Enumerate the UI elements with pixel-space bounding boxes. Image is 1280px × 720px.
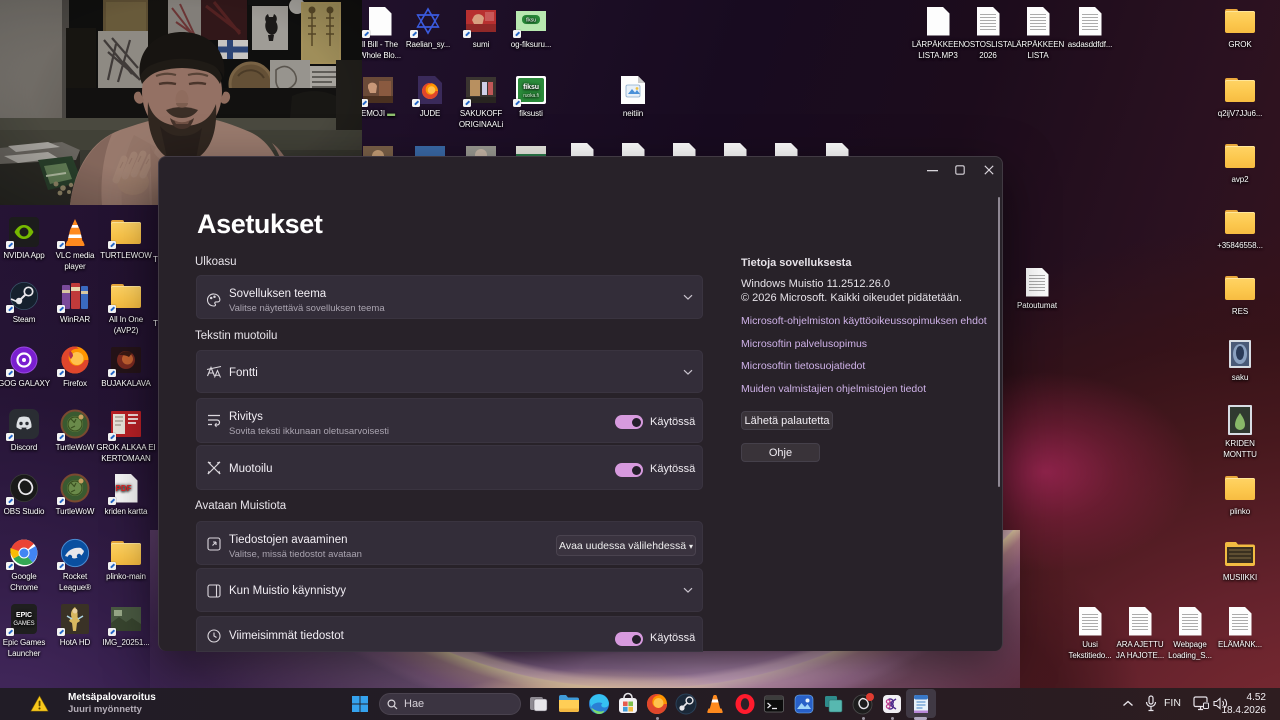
svg-text:GAMES: GAMES xyxy=(13,621,34,627)
svg-text:ruoka.fi: ruoka.fi xyxy=(523,93,539,99)
svg-text:EPIC: EPIC xyxy=(16,612,32,619)
svg-text:fiksu: fiksu xyxy=(526,18,536,24)
svg-text:fiksu: fiksu xyxy=(523,84,539,91)
